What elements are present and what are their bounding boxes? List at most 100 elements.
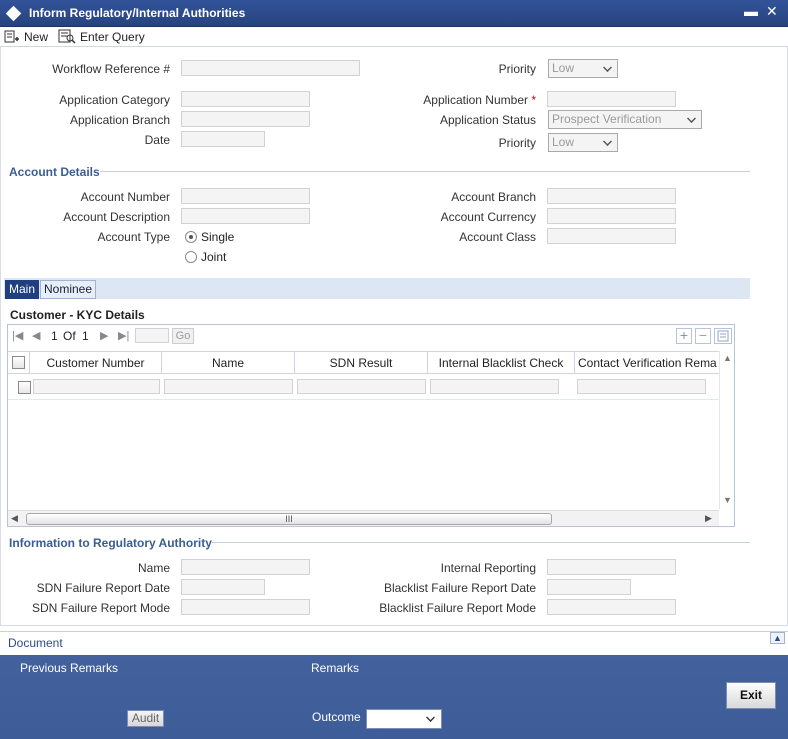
account-type-label: Account Type — [97, 230, 171, 244]
blacklist-date-label: Blacklist Failure Report Date — [383, 581, 536, 595]
first-page-icon[interactable]: |◀ — [12, 329, 23, 342]
workflow-ref-label: Workflow Reference # — [52, 62, 170, 76]
sdn-mode-input[interactable] — [181, 599, 310, 615]
tab-nominee[interactable]: Nominee — [40, 280, 97, 299]
account-branch-label: Account Branch — [451, 190, 536, 204]
collapse-up-icon[interactable]: ▲ — [770, 632, 785, 644]
section-divider — [100, 171, 750, 172]
kyc-title: Customer - KYC Details — [10, 308, 145, 322]
select-all-cell — [8, 352, 30, 374]
last-page-icon[interactable]: ▶| — [118, 329, 129, 342]
delete-row-icon[interactable]: − — [695, 328, 711, 344]
chevron-down-icon — [603, 137, 612, 146]
previous-remarks-label: Previous Remarks — [20, 661, 119, 675]
prev-page-icon[interactable]: ◀ — [32, 329, 40, 342]
next-page-icon[interactable]: ▶ — [100, 329, 108, 342]
app-branch-label: Application Branch — [69, 113, 170, 127]
enter-query-button[interactable]: Enter Query — [58, 28, 145, 45]
internal-reporting-label: Internal Reporting — [440, 561, 536, 575]
account-currency-input[interactable] — [547, 208, 676, 224]
sdn-date-label: SDN Failure Report Date — [36, 581, 170, 595]
scroll-left-icon[interactable]: ◀ — [11, 513, 18, 524]
date-label: Date — [144, 133, 170, 147]
chevron-down-icon — [426, 713, 435, 722]
page-input[interactable] — [135, 328, 169, 343]
grid-header-row: Customer Number Name SDN Result Internal… — [8, 351, 719, 374]
outcome-select[interactable] — [366, 709, 442, 729]
account-branch-input[interactable] — [547, 188, 676, 204]
exit-button[interactable]: Exit — [726, 682, 776, 709]
tab-strip: Main Nominee — [4, 278, 750, 299]
cell-customer-number[interactable] — [33, 379, 160, 394]
scroll-right-icon[interactable]: ▶ — [705, 513, 712, 524]
single-view-icon[interactable] — [714, 328, 732, 344]
account-type-single-radio[interactable] — [185, 231, 197, 243]
col-contact-verification[interactable]: Contact Verification Rema — [575, 352, 719, 374]
minimize-button[interactable]: ▬ — [744, 3, 758, 19]
query-icon — [58, 29, 76, 44]
sdn-mode-label: SDN Failure Report Mode — [31, 601, 170, 615]
workflow-ref-input[interactable] — [181, 60, 360, 76]
new-document-icon — [4, 30, 19, 42]
app-branch-input[interactable] — [181, 111, 310, 127]
cell-contact-verification[interactable] — [577, 379, 706, 394]
add-row-icon[interactable]: + — [676, 328, 692, 344]
row-checkbox[interactable] — [18, 381, 31, 394]
col-sdn-result[interactable]: SDN Result — [295, 352, 428, 374]
reg-name-input[interactable] — [181, 559, 310, 575]
app-status-select[interactable]: Prospect Verification — [548, 110, 702, 129]
enter-query-label: Enter Query — [80, 29, 145, 44]
account-description-input[interactable] — [181, 208, 310, 224]
scroll-down-icon[interactable]: ▼ — [723, 495, 732, 505]
date-input[interactable] — [181, 131, 265, 147]
priority2-select[interactable]: Low — [548, 133, 618, 152]
new-label: New — [24, 29, 49, 44]
col-name[interactable]: Name — [162, 352, 295, 374]
app-status-value: Prospect Verification — [552, 112, 662, 126]
vertical-scrollbar[interactable]: ▲ ▼ — [719, 351, 734, 509]
page-of: Of — [63, 329, 76, 343]
account-description-label: Account Description — [63, 210, 170, 224]
horizontal-scrollbar[interactable]: ◀ III ▶ — [8, 510, 719, 526]
go-button[interactable]: Go — [172, 328, 194, 344]
page-current: 1 — [51, 329, 58, 343]
col-customer-number[interactable]: Customer Number — [30, 352, 162, 374]
window-titlebar: Inform Regulatory/Internal Authorities ▬… — [0, 0, 788, 27]
account-number-label: Account Number — [80, 190, 170, 204]
tab-main[interactable]: Main — [5, 280, 40, 299]
select-all-checkbox[interactable] — [12, 356, 25, 369]
required-mark: * — [531, 93, 536, 107]
priority-select[interactable]: Low — [548, 59, 618, 78]
scroll-up-icon[interactable]: ▲ — [723, 353, 732, 363]
account-type-joint-radio[interactable] — [185, 251, 197, 263]
blacklist-mode-input[interactable] — [547, 599, 676, 615]
account-section-title: Account Details — [9, 165, 100, 179]
internal-reporting-input[interactable] — [547, 559, 676, 575]
list-icon — [717, 330, 729, 342]
toolbar: New Enter Query — [0, 27, 788, 47]
audit-button[interactable]: Audit — [127, 710, 164, 727]
scroll-thumb[interactable]: III — [26, 513, 552, 525]
account-type-single-label: Single — [201, 230, 235, 244]
account-class-label: Account Class — [459, 230, 536, 244]
blacklist-date-input[interactable] — [547, 579, 631, 595]
app-number-label-text: Application Number — [423, 93, 528, 107]
blacklist-mode-label: Blacklist Failure Report Mode — [379, 601, 536, 615]
outcome-label: Outcome — [312, 710, 361, 724]
cell-internal-blacklist[interactable] — [430, 379, 559, 394]
account-type-joint-label: Joint — [201, 250, 227, 264]
document-link[interactable]: Document — [8, 636, 63, 650]
account-number-input[interactable] — [181, 188, 310, 204]
col-internal-blacklist[interactable]: Internal Blacklist Check — [428, 352, 575, 374]
app-category-input[interactable] — [181, 91, 310, 107]
account-class-input[interactable] — [547, 228, 676, 244]
close-button[interactable]: ✕ — [766, 3, 778, 20]
sdn-date-input[interactable] — [181, 579, 265, 595]
window-title: Inform Regulatory/Internal Authorities — [29, 6, 246, 20]
app-number-input[interactable] — [547, 91, 676, 107]
cell-sdn-result[interactable] — [297, 379, 426, 394]
new-button[interactable]: New — [4, 28, 48, 45]
priority-value: Low — [552, 61, 575, 75]
section-divider — [212, 542, 750, 543]
cell-name[interactable] — [164, 379, 293, 394]
